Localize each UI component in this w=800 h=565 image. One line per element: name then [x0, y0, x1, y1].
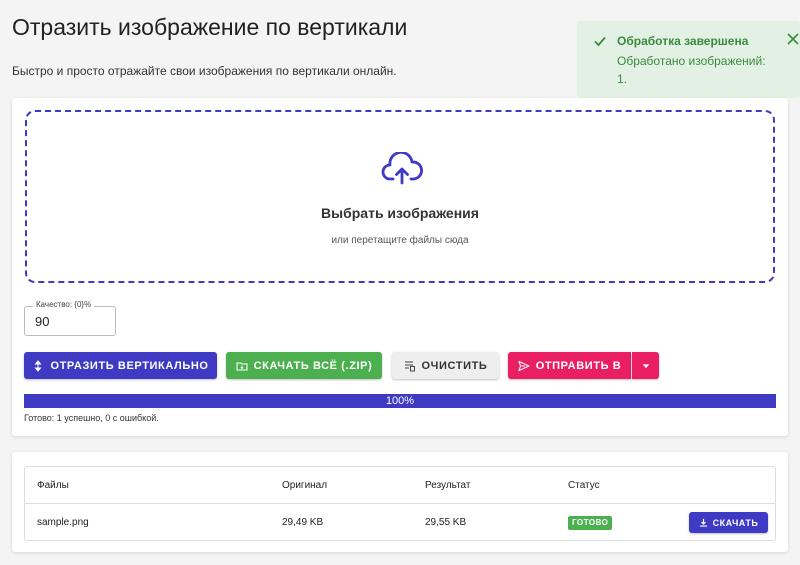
- original-size: 29,49 KB: [282, 517, 324, 528]
- send-to-button[interactable]: ОТПРАВИТЬ В: [508, 352, 631, 379]
- cloud-upload-icon: [381, 152, 423, 185]
- toast-title: Обработка завершена: [617, 34, 749, 48]
- download-label: СКАЧАТЬ: [712, 517, 759, 528]
- dropzone-hint: или перетащите файлы сюда: [331, 235, 469, 246]
- header-status: Статус: [568, 480, 600, 491]
- table-header: Файлы Оригинал Результат Статус: [25, 467, 775, 504]
- result-size: 29,55 KB: [425, 517, 467, 528]
- download-all-label: СКАЧАТЬ ВСЁ (.ZIP): [253, 359, 373, 372]
- results-table: Файлы Оригинал Результат Статус sample.p…: [24, 466, 776, 541]
- header-result: Результат: [425, 480, 471, 491]
- dropzone-title: Выбрать изображения: [321, 205, 479, 221]
- page-title: Отразить изображение по вертикали: [12, 14, 408, 40]
- quality-field[interactable]: Качество: {0}%: [24, 300, 116, 336]
- flip-vertical-label: ОТРАЗИТЬ ВЕРТИКАЛЬНО: [50, 359, 209, 372]
- progress-bar: 100%: [24, 394, 776, 408]
- status-summary: Готово: 1 успешно, 0 с ошибкой.: [24, 413, 159, 423]
- toast-message: Обработано изображений: 1.: [617, 54, 766, 86]
- download-button[interactable]: СКАЧАТЬ: [689, 512, 768, 533]
- close-icon[interactable]: [786, 32, 800, 46]
- flip-vertical-button[interactable]: ОТРАЗИТЬ ВЕРТИКАЛЬНО: [24, 352, 217, 379]
- clear-label: ОЧИСТИТЬ: [421, 359, 488, 372]
- results-card: Файлы Оригинал Результат Статус sample.p…: [12, 452, 788, 552]
- download-icon: [699, 518, 707, 527]
- download-all-zip-button[interactable]: СКАЧАТЬ ВСЁ (.ZIP): [226, 352, 382, 379]
- clear-list-icon: [404, 360, 415, 371]
- progress-label: 100%: [385, 395, 415, 407]
- table-row: sample.png 29,49 KB 29,55 KB ГОТОВО СКАЧ…: [25, 504, 775, 541]
- folder-download-icon: [236, 361, 248, 371]
- header-files: Файлы: [37, 480, 69, 491]
- flip-vertical-icon: [34, 359, 43, 372]
- clear-button[interactable]: ОЧИСТИТЬ: [392, 352, 499, 379]
- success-toast: Обработка завершена Обработано изображен…: [577, 21, 800, 98]
- file-dropzone[interactable]: Выбрать изображения или перетащите файлы…: [25, 110, 775, 283]
- send-to-label: ОТПРАВИТЬ В: [535, 359, 622, 372]
- quality-input[interactable]: [35, 314, 105, 329]
- upload-card: Выбрать изображения или перетащите файлы…: [12, 98, 788, 436]
- page-subtitle: Быстро и просто отражайте свои изображен…: [12, 64, 397, 78]
- header-original: Оригинал: [282, 480, 328, 491]
- send-to-dropdown-button[interactable]: [632, 352, 659, 379]
- caret-down-icon: [642, 363, 649, 368]
- file-name: sample.png: [37, 517, 89, 528]
- status-badge: ГОТОВО: [568, 516, 613, 530]
- check-icon: [594, 36, 606, 47]
- send-icon: [518, 360, 530, 371]
- quality-label: Качество: {0}%: [33, 300, 95, 309]
